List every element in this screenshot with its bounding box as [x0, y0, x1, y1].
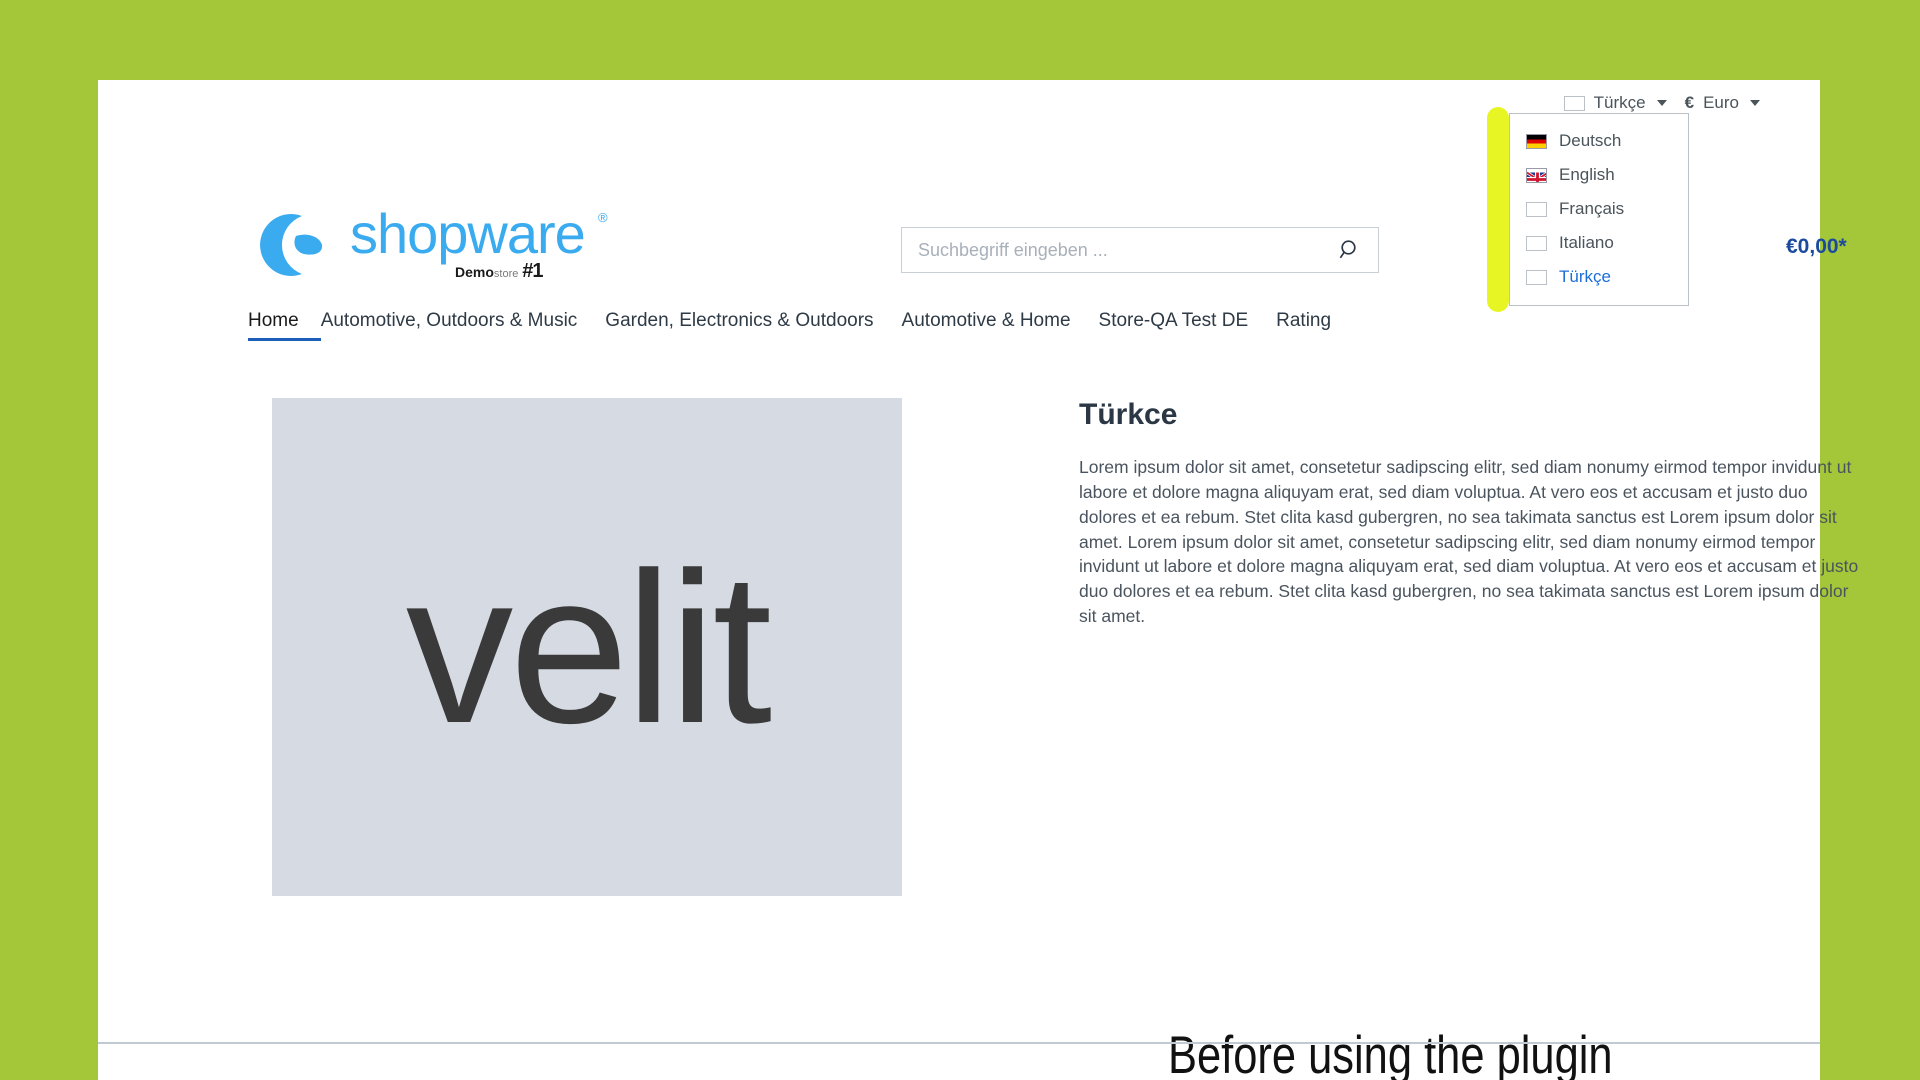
language-option-label: Italiano: [1559, 233, 1614, 252]
nav-item-automotive-outdoors-music[interactable]: Automotive, Outdoors & Music: [321, 310, 606, 341]
logo-wordmark: shopware: [350, 202, 586, 265]
flag-uk-icon: [1526, 167, 1547, 183]
site-logo[interactable]: shopware ® Demostore #1: [250, 202, 610, 282]
logo-subtitle-rank: #1: [522, 260, 543, 282]
language-option-deutsch[interactable]: Deutsch: [1510, 124, 1688, 158]
search-input[interactable]: [918, 239, 1338, 261]
chevron-down-icon: [1750, 100, 1760, 106]
search-box[interactable]: [901, 227, 1379, 273]
nav-item-home[interactable]: Home: [248, 310, 321, 341]
nav-item-rating[interactable]: Rating: [1276, 310, 1359, 341]
language-dropdown-panel: Deutsch English Français Italiano Türkçe: [1509, 113, 1689, 306]
logo-subtitle-demo: Demo: [455, 264, 494, 280]
language-selector-label: Türkçe: [1593, 93, 1646, 112]
registered-trademark-icon: ®: [598, 210, 608, 225]
annotation-caption: Before using the plugin: [1168, 1026, 1613, 1080]
nav-item-garden-electronics-outdoors[interactable]: Garden, Electronics & Outdoors: [605, 310, 901, 341]
empty-flag-placeholder-icon: [1526, 235, 1547, 251]
chevron-down-icon: [1656, 100, 1667, 106]
product-placeholder-text: velit: [405, 526, 772, 768]
flag-de-icon: [1526, 133, 1547, 149]
language-selector[interactable]: Türkçe: [1563, 93, 1667, 113]
yellow-highlight-marker: [1487, 107, 1509, 312]
empty-flag-placeholder-icon: [1563, 95, 1585, 111]
logo-subtitle-store: store: [493, 268, 519, 280]
currency-selector-label: Euro: [1703, 93, 1739, 112]
page-title: Türkce: [1079, 398, 1178, 431]
page-body-text: Lorem ipsum dolor sit amet, consetetur s…: [1079, 457, 1859, 627]
main-navigation: Home Automotive, Outdoors & Music Garden…: [248, 310, 1359, 341]
language-option-label: English: [1559, 165, 1615, 184]
language-option-english[interactable]: English: [1510, 158, 1688, 192]
language-option-francais[interactable]: Français: [1510, 192, 1688, 226]
product-placeholder-image[interactable]: velit: [272, 398, 902, 896]
nav-item-automotive-home[interactable]: Automotive & Home: [902, 310, 1099, 341]
shopware-mark-icon: [260, 214, 323, 276]
footer-divider: [98, 1042, 1820, 1044]
content-column: Türkce Lorem ipsum dolor sit amet, conse…: [1079, 398, 1869, 629]
search-icon[interactable]: [1338, 238, 1362, 262]
nav-item-store-qa-test-de[interactable]: Store-QA Test DE: [1099, 310, 1277, 341]
language-option-label: Türkçe: [1559, 267, 1611, 286]
cart-total-price[interactable]: €0,00*: [1786, 235, 1847, 259]
logo-subtitle: Demostore #1: [455, 260, 544, 283]
language-option-italiano[interactable]: Italiano: [1510, 226, 1688, 260]
language-option-label: Deutsch: [1559, 131, 1622, 150]
language-option-label: Français: [1559, 199, 1625, 218]
language-option-turkce[interactable]: Türkçe: [1510, 260, 1688, 294]
empty-flag-placeholder-icon: [1526, 201, 1547, 217]
empty-flag-placeholder-icon: [1526, 269, 1547, 285]
euro-symbol-icon: €: [1684, 93, 1695, 112]
currency-selector[interactable]: € Euro: [1685, 93, 1760, 113]
